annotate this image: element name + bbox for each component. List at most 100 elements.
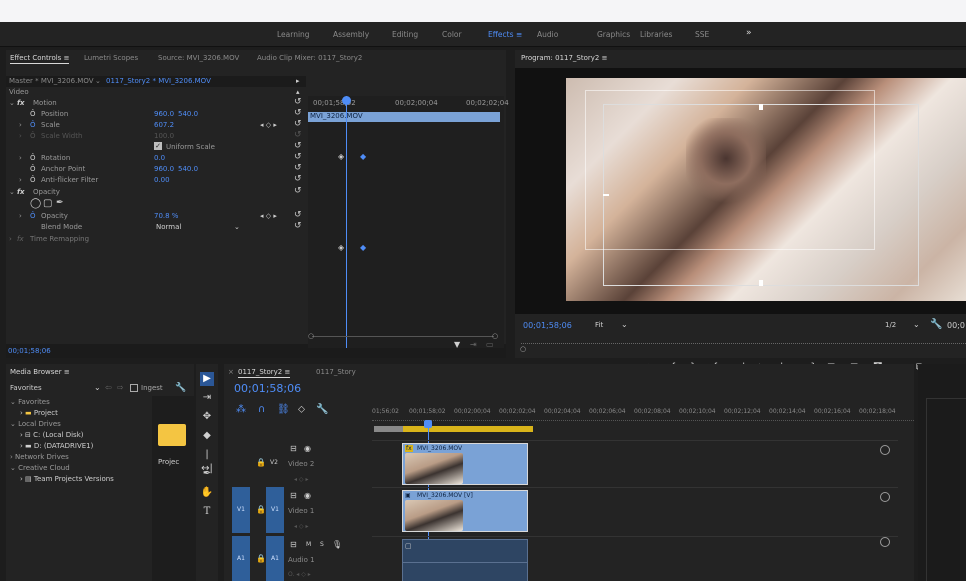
antiflicker-expand-icon[interactable]: › (19, 176, 22, 184)
a1-mic-icon[interactable]: 🎙 (332, 540, 342, 549)
antiflicker-value[interactable]: 0.00 (154, 176, 170, 184)
a1-sync-icon[interactable]: ⊟ (290, 540, 297, 549)
workspace-learning[interactable]: Learning (277, 30, 310, 39)
anchor-stopwatch-icon[interactable]: Ô (30, 165, 36, 173)
tree-network-drives[interactable]: › Network Drives (10, 453, 69, 461)
tree-team-projects[interactable]: › ▤ Team Projects Versions (20, 475, 114, 483)
a1-solo-button[interactable]: S (320, 541, 324, 548)
program-scrub-handle[interactable]: ○ (520, 345, 526, 353)
tab-media-browser[interactable]: Media Browser ≡ (10, 368, 70, 376)
lane-v1[interactable]: ▣ MVI_3206.MOV [V] (372, 487, 898, 533)
mini-zoom-right-handle[interactable]: ○ (492, 332, 498, 340)
tree-local-drives[interactable]: ⌄ Local Drives (10, 420, 61, 428)
v2-label[interactable]: V2 (270, 459, 278, 466)
opacity-stopwatch-icon[interactable]: Ô (30, 212, 36, 220)
master-clip-label[interactable]: Master * MVI_3206.MOV (9, 77, 94, 85)
v2-lock-icon[interactable]: 🔒 (256, 458, 266, 467)
position-reset-icon[interactable]: ↺ (294, 108, 302, 118)
anchor-reset-icon[interactable]: ↺ (294, 163, 302, 173)
forward-icon[interactable]: ⇨ (117, 383, 124, 392)
export-icon[interactable]: ⇥ (470, 340, 477, 349)
snap-icon[interactable]: ∩ (258, 404, 265, 415)
tree-favorites[interactable]: ⌄ Favorites (10, 398, 50, 406)
timeline-close-icon[interactable]: × (228, 368, 234, 376)
workspace-color[interactable]: Color (442, 30, 462, 39)
razor-tool-icon[interactable]: ◆ (200, 429, 214, 443)
clip-v1[interactable]: ▣ MVI_3206.MOV [V] (402, 490, 528, 532)
favorites-dropdown-icon[interactable]: ⌄ (94, 383, 101, 392)
scale-stopwatch-icon[interactable]: Ô (30, 121, 36, 129)
ingest-settings-icon[interactable]: 🔧 (175, 383, 186, 393)
add-marker-timeline-icon[interactable]: ⬦ (298, 404, 305, 415)
more-workspaces-icon[interactable]: » (746, 28, 752, 38)
slip-tool-icon[interactable]: |↔| (200, 448, 214, 474)
linked-selection-icon[interactable]: ⛓ (277, 404, 290, 415)
position-stopwatch-icon[interactable]: Ô (30, 110, 36, 118)
program-scrub-bar[interactable] (521, 338, 966, 344)
fit-select[interactable]: Fit (595, 321, 603, 329)
v2-lane-scroll-handle[interactable] (880, 445, 890, 455)
pen-mask-icon[interactable]: ✒ (56, 198, 64, 208)
workspace-sse[interactable]: SSE (695, 30, 709, 39)
mini-zoom-bar[interactable] (312, 336, 494, 337)
v2-sync-icon[interactable]: ⊟ (290, 444, 297, 453)
motion-reset-icon[interactable]: ↺ (294, 97, 302, 107)
mini-playhead-icon[interactable] (342, 96, 351, 105)
resolution-dropdown-icon[interactable]: ⌄ (913, 320, 920, 329)
mini-clip-bar[interactable]: MVI_3206.MOV (308, 112, 500, 122)
blend-mode-select[interactable]: Normal (156, 223, 242, 231)
opacity-expand-icon[interactable]: ⌄ (9, 188, 15, 196)
opacity-keyframe-nav-icon[interactable]: ◂ ◇ ▸ (260, 212, 277, 220)
motion-expand-icon[interactable]: ⌄ (9, 99, 15, 107)
opacity-keyframe-2[interactable]: ◆ (360, 243, 366, 252)
opacity-value-expand-icon[interactable]: › (19, 212, 22, 220)
opacity-section-reset-icon[interactable]: ↺ (294, 186, 302, 196)
lane-v2[interactable]: fx MVI_3206.MOV (372, 440, 898, 486)
play-only-icon[interactable]: ▸ (296, 77, 300, 85)
nest-toggle-icon[interactable]: ⁂ (236, 404, 246, 415)
hand-tool-icon[interactable]: ✋ (200, 486, 214, 500)
a1-mute-button[interactable]: M (306, 541, 311, 548)
ripple-edit-tool-icon[interactable]: ✥ (200, 410, 214, 424)
anchor-y-value[interactable]: 540.0 (178, 165, 198, 173)
rotation-stopwatch-icon[interactable]: Ô (30, 154, 36, 162)
a1-lane-scroll-handle[interactable] (880, 537, 890, 547)
opacity-reset-icon[interactable]: ↺ (294, 210, 302, 220)
clip-a1[interactable]: ▢ (402, 539, 528, 581)
overflow-icon[interactable]: ▭ (486, 340, 494, 349)
selection-tool-icon[interactable]: ▶ (200, 372, 214, 386)
handle-left[interactable] (603, 194, 609, 196)
favorites-select[interactable]: Favorites (10, 384, 42, 392)
master-dropdown-icon[interactable]: ⌄ (95, 77, 101, 85)
scale-value[interactable]: 607.2 (154, 121, 174, 129)
rectangle-mask-icon[interactable]: ▢ (43, 198, 52, 209)
motion-row[interactable]: ⌄ fx Motion ↺ (6, 97, 306, 109)
antiflicker-stopwatch-icon[interactable]: Ô (30, 176, 36, 184)
mini-zoom-left-handle[interactable]: ○ (308, 332, 314, 340)
position-x-value[interactable]: 960.0 (154, 110, 174, 118)
scale-keyframe-2[interactable]: ◆ (360, 152, 366, 161)
workspace-graphics[interactable]: Graphics (597, 30, 630, 39)
resolution-select[interactable]: 1/2 (885, 321, 896, 329)
handle-bottom[interactable] (759, 280, 763, 286)
tab-program[interactable]: Program: 0117_Story2 ≡ (521, 54, 608, 62)
workspace-audio[interactable]: Audio (537, 30, 558, 39)
opacity-value[interactable]: 70.8 % (154, 212, 178, 220)
program-viewer[interactable] (515, 68, 966, 314)
workspace-assembly[interactable]: Assembly (333, 30, 369, 39)
project-folder-icon[interactable] (158, 424, 186, 446)
v1-target-patch[interactable]: V1 (266, 487, 284, 533)
type-tool-icon[interactable]: T (200, 505, 214, 519)
filter-icon[interactable]: ▼ (454, 340, 460, 349)
scale-keyframe-1[interactable]: ◈ (338, 152, 344, 161)
v1-lock-icon[interactable]: 🔒 (256, 505, 266, 514)
time-remap-row[interactable]: › fx Time Remapping (6, 234, 306, 245)
uniform-scale-reset-icon[interactable]: ↺ (294, 141, 302, 151)
rotation-expand-icon[interactable]: › (19, 154, 22, 162)
v1-source-patch[interactable]: V1 (232, 487, 250, 533)
v1-eye-icon[interactable]: ◉ (304, 491, 311, 500)
a1-lock-icon[interactable]: 🔒 (256, 554, 266, 563)
scale-expand-icon[interactable]: › (19, 121, 22, 129)
tree-project[interactable]: › ▬ Project (20, 409, 58, 417)
tab-lumetri-scopes[interactable]: Lumetri Scopes (84, 54, 138, 62)
